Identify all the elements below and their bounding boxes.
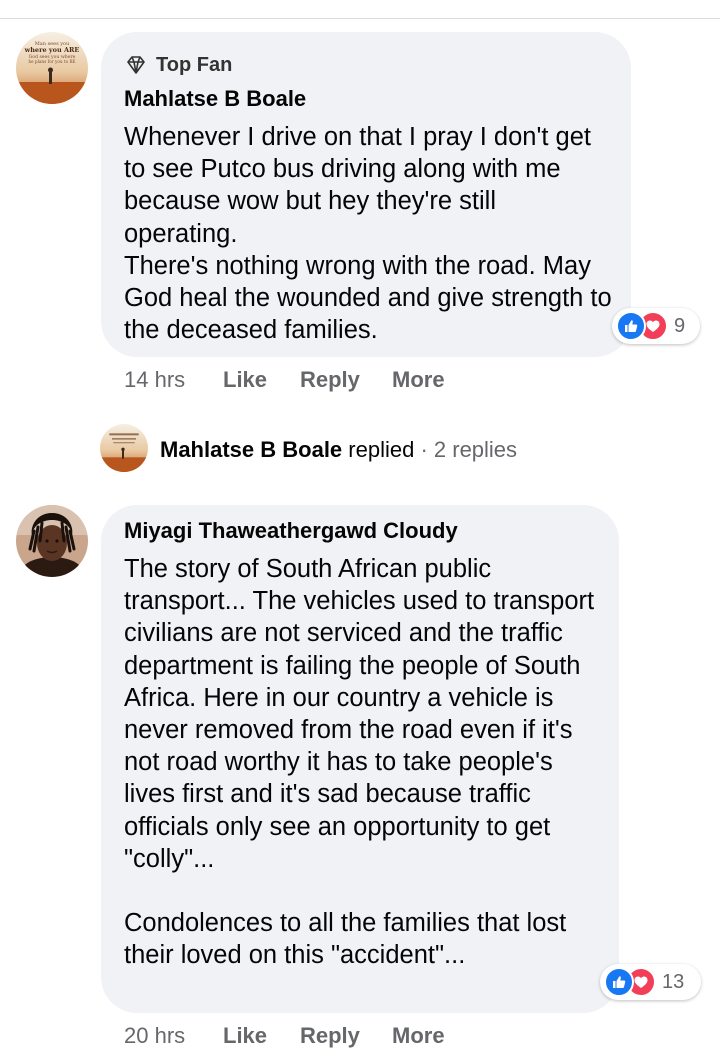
reply-avatar[interactable]	[100, 424, 148, 472]
diamond-icon	[127, 56, 145, 74]
top-fan-badge: Top Fan	[124, 52, 232, 78]
like-reaction-icon	[604, 967, 634, 997]
comment-text: The story of South African public transp…	[124, 555, 595, 970]
comment-author[interactable]: Mahlatse B Boale	[124, 86, 306, 112]
avatar[interactable]	[16, 505, 88, 577]
comment-timestamp[interactable]: 20 hrs	[124, 1023, 223, 1049]
comments-page: Man sees you where you ARE God sees you …	[0, 0, 720, 1064]
top-divider	[0, 0, 720, 19]
reactions-summary[interactable]: 13	[600, 964, 701, 1000]
like-button[interactable]: Like	[223, 367, 300, 393]
avatar-text-line: where you ARE	[24, 46, 80, 54]
comment-timestamp[interactable]: 14 hrs	[124, 367, 223, 393]
comment-actions: 20 hrs Like Reply More	[124, 1023, 445, 1049]
more-button[interactable]: More	[392, 1023, 445, 1049]
reply-button[interactable]: Reply	[300, 367, 392, 393]
badge-label: Top Fan	[156, 53, 233, 76]
like-button[interactable]: Like	[223, 1023, 300, 1049]
like-reaction-icon	[616, 311, 646, 341]
reactions-summary[interactable]: 9	[612, 308, 700, 344]
avatar-image: Man sees you where you ARE God sees you …	[16, 32, 88, 104]
more-button[interactable]: More	[392, 367, 445, 393]
avatar-text-line: he plans for you to BE	[28, 59, 75, 64]
avatar[interactable]: Man sees you where you ARE God sees you …	[16, 32, 88, 104]
avatar-image	[100, 424, 148, 472]
reply-count: 2 replies	[433, 437, 518, 462]
comment-text: Whenever I drive on that I pray I don't …	[124, 123, 612, 345]
comment-actions: 14 hrs Like Reply More	[124, 367, 445, 393]
reply-button[interactable]: Reply	[300, 1023, 392, 1049]
reply-verb: replied	[342, 437, 415, 462]
reply-author: Mahlatse B Boale	[160, 437, 343, 462]
comment-author[interactable]: Miyagi Thaweathergawd Cloudy	[124, 518, 458, 544]
avatar-image	[16, 505, 88, 577]
reaction-count: 13	[662, 970, 685, 993]
separator: ·	[414, 437, 434, 462]
reaction-count: 9	[674, 314, 686, 337]
view-replies-link[interactable]: Mahlatse B Boale replied · 2 replies	[160, 437, 517, 463]
